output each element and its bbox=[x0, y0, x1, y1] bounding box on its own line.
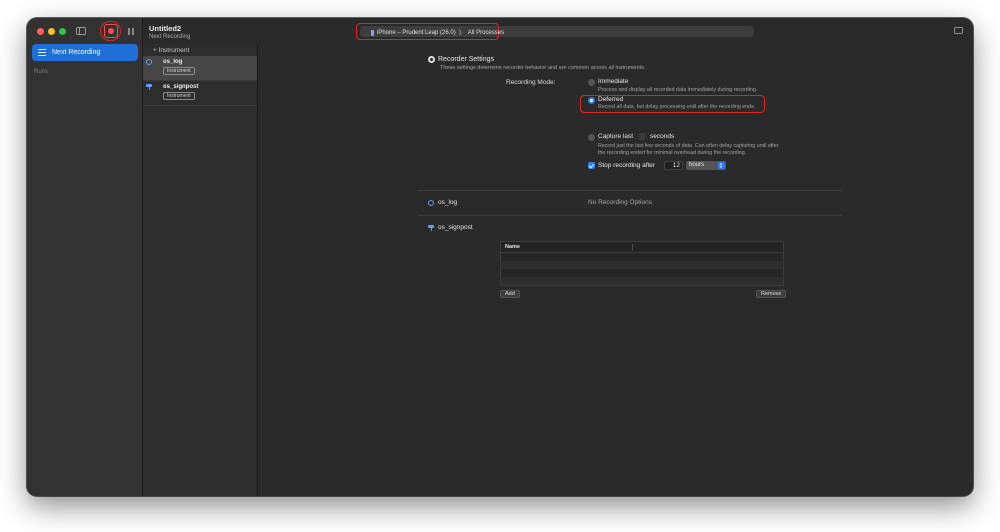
chevron-right-icon: 〉 bbox=[458, 31, 465, 37]
zoom-window-button[interactable] bbox=[59, 28, 66, 35]
signpost-icon bbox=[146, 84, 152, 90]
section-os-signpost-title: os_signpost bbox=[438, 224, 473, 231]
minimize-window-button[interactable] bbox=[48, 28, 55, 35]
stop-recording-unit: hours bbox=[689, 162, 705, 168]
column-header-name[interactable]: Name bbox=[505, 244, 520, 250]
window-title: Untitled2 bbox=[149, 24, 182, 33]
mode-capture-last-desc-1: Record just the last few seconds of data… bbox=[598, 143, 779, 149]
mode-deferred-label[interactable]: Deferred bbox=[598, 96, 623, 103]
mode-capture-last-label[interactable]: Capture last bbox=[598, 133, 633, 140]
add-instrument-button[interactable]: + Instrument bbox=[153, 47, 189, 54]
recorder-settings-title: Recorder Settings bbox=[438, 56, 495, 63]
target-process[interactable]: All Processes bbox=[468, 30, 504, 36]
window-subtitle: Next Recording bbox=[149, 34, 191, 40]
table-row[interactable] bbox=[501, 261, 783, 269]
sidebar-item-next-recording[interactable]: Next Recording bbox=[32, 44, 138, 61]
instrument-row-os-log[interactable]: os_log Instrument bbox=[143, 56, 257, 81]
mode-immediate-desc: Process and display all recorded data im… bbox=[598, 87, 758, 93]
target-device[interactable]: iPhone – Prudent Leap (26.0) bbox=[377, 30, 456, 36]
mode-deferred-radio[interactable] bbox=[588, 97, 595, 104]
instrument-tag: Instrument bbox=[163, 92, 195, 100]
instruments-window: Next Recording Runs Untitled2 Next Recor… bbox=[27, 18, 973, 496]
table-row[interactable] bbox=[501, 253, 783, 261]
instrument-list: + Instrument os_log Instrument os_signpo… bbox=[143, 44, 258, 496]
mode-capture-last-desc-2: the recording ended for minimal overhead… bbox=[598, 150, 747, 156]
remove-signpost-button[interactable]: Remove bbox=[756, 290, 787, 298]
gear-icon bbox=[428, 56, 435, 63]
pause-icon[interactable] bbox=[128, 28, 134, 35]
document-title: Untitled2 Next Recording bbox=[149, 24, 190, 40]
section-divider bbox=[418, 190, 842, 191]
runs-heading: Runs bbox=[34, 69, 49, 75]
log-circle-icon bbox=[428, 200, 434, 206]
capture-seconds-unit: seconds bbox=[650, 133, 675, 140]
mode-immediate-label[interactable]: Immediate bbox=[598, 78, 628, 85]
signpost-icon bbox=[428, 225, 434, 231]
signpost-name-table[interactable]: Name bbox=[500, 241, 784, 286]
sidebar: Next Recording Runs bbox=[27, 18, 143, 496]
list-icon bbox=[38, 49, 46, 56]
close-window-button[interactable] bbox=[37, 28, 44, 35]
recording-options-pane: Recorder Settings These settings determi… bbox=[258, 44, 973, 496]
chevron-updown-icon bbox=[718, 162, 725, 169]
instrument-tag: Instrument bbox=[163, 67, 195, 75]
sidebar-item-label: Next Recording bbox=[52, 49, 101, 56]
add-signpost-button[interactable]: Add bbox=[500, 290, 520, 298]
stop-recording-value-field[interactable]: 12 bbox=[664, 161, 683, 170]
stop-recording-checkbox[interactable] bbox=[588, 162, 595, 169]
record-button[interactable] bbox=[104, 24, 118, 38]
log-circle-icon bbox=[146, 59, 152, 65]
mode-capture-last-radio[interactable] bbox=[588, 134, 595, 141]
table-header: Name bbox=[501, 242, 783, 253]
os-log-no-options: No Recording Options bbox=[588, 199, 652, 206]
mode-deferred-desc: Record all data, but delay processing un… bbox=[598, 104, 756, 110]
section-os-log-title: os_log bbox=[438, 199, 458, 206]
traffic-lights bbox=[37, 28, 66, 35]
iphone-icon bbox=[371, 29, 374, 36]
column-separator bbox=[632, 244, 633, 251]
instrument-name: os_log bbox=[163, 59, 183, 65]
recorder-settings-subtitle: These settings determine recorder behavi… bbox=[440, 65, 646, 71]
stop-recording-label[interactable]: Stop recording after bbox=[598, 162, 655, 169]
sidebar-toggle-icon[interactable] bbox=[76, 27, 86, 35]
target-path[interactable]: iPhone – Prudent Leap (26.0) 〉 All Proce… bbox=[371, 28, 504, 37]
instrument-name: os_signpost bbox=[163, 84, 199, 90]
window-layout-icon[interactable] bbox=[954, 27, 963, 34]
section-divider bbox=[418, 215, 842, 216]
table-row[interactable] bbox=[501, 269, 783, 277]
stop-recording-unit-select[interactable]: hours bbox=[686, 161, 726, 170]
instrument-row-os-signpost[interactable]: os_signpost Instrument bbox=[143, 81, 257, 106]
capture-seconds-field[interactable] bbox=[639, 133, 645, 140]
mode-immediate-radio[interactable] bbox=[588, 79, 595, 86]
table-row[interactable] bbox=[501, 277, 783, 285]
recording-mode-label: Recording Mode: bbox=[506, 79, 556, 86]
